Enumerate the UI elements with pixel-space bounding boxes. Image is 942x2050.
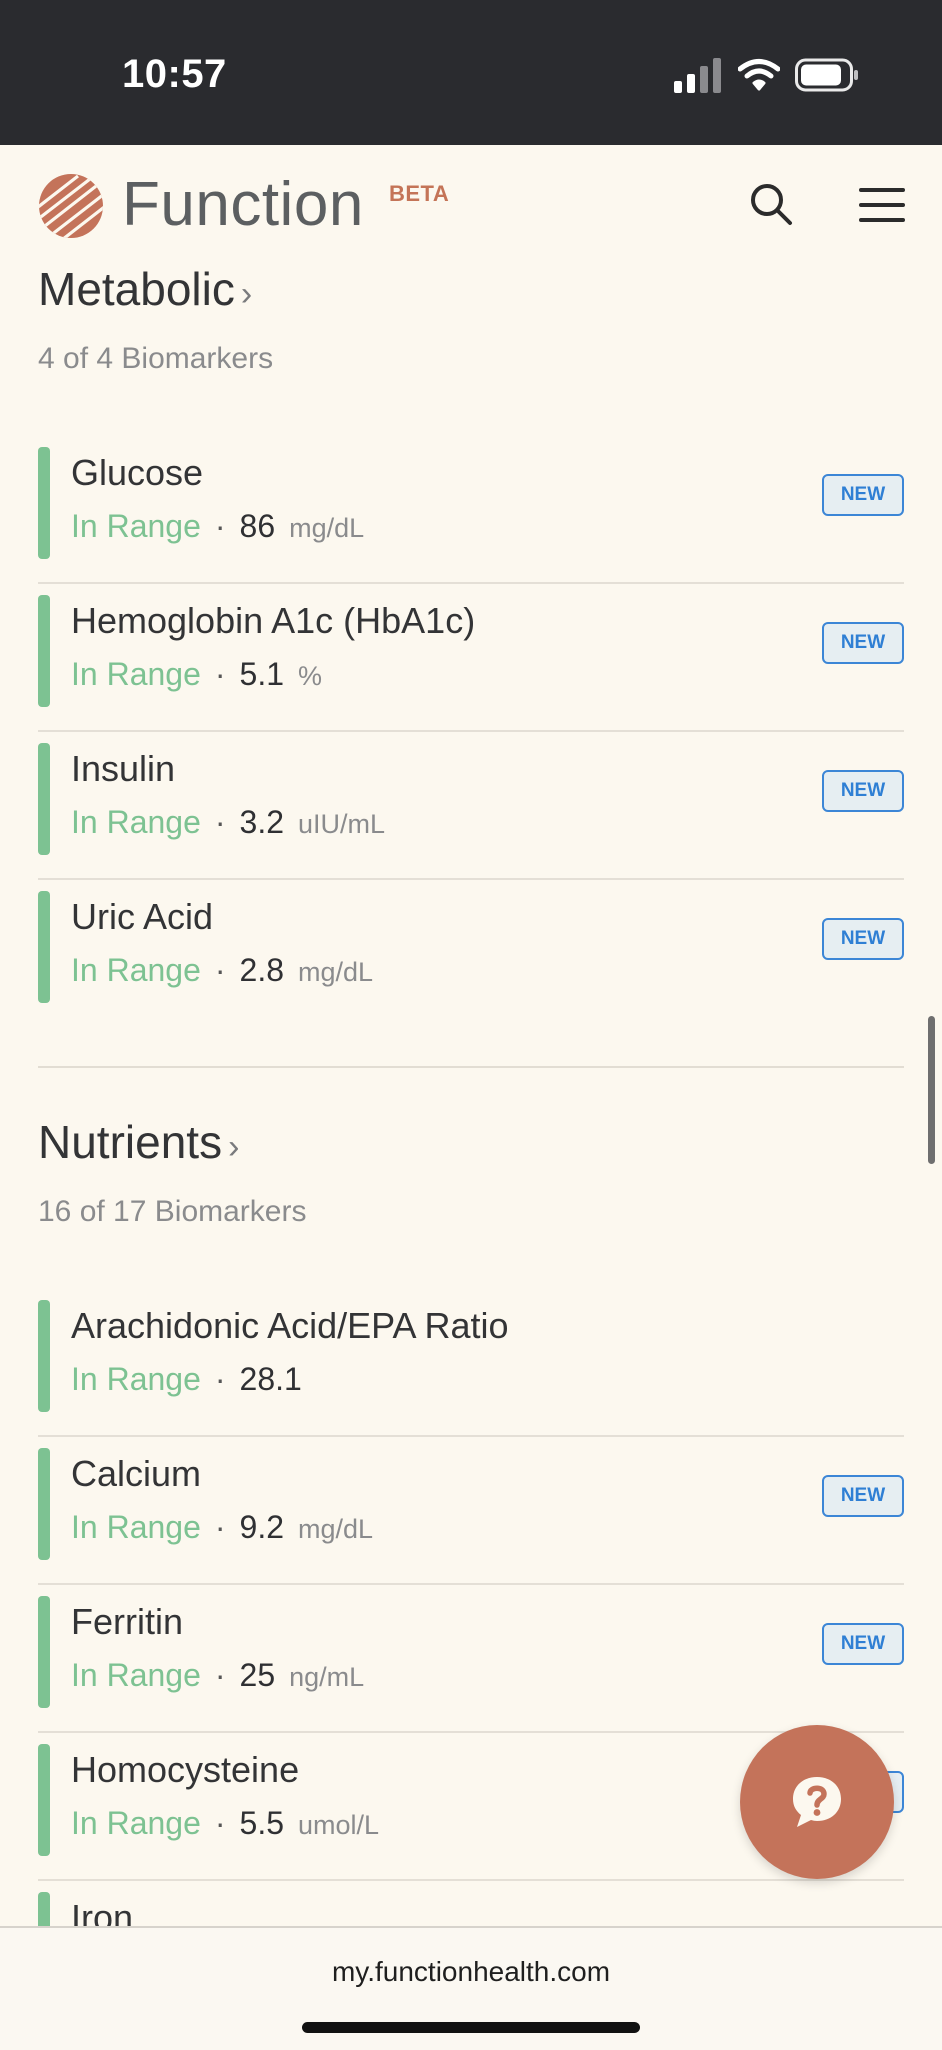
biomarker-value: 5.1: [239, 656, 285, 692]
biomarker-name: Arachidonic Acid/EPA Ratio: [71, 1305, 509, 1346]
status-label: In Range: [71, 1657, 201, 1693]
biomarker-unit: uIU/mL: [298, 809, 386, 839]
biomarker-unit: mg/dL: [289, 513, 365, 543]
app-header: Function BETA: [0, 145, 942, 265]
status-time: 10:57: [122, 52, 227, 96]
new-badge: NEW: [822, 1623, 904, 1665]
biomarker-row-calcium[interactable]: Calcium In Range · 9.2 mg/dL NEW: [38, 1439, 904, 1585]
biomarker-value: 5.5: [239, 1805, 285, 1841]
range-indicator: [38, 595, 50, 707]
row-divider: [38, 1731, 904, 1733]
cellular-signal-icon: [674, 58, 721, 93]
separator-dot: ·: [214, 804, 226, 840]
biomarker-unit: umol/L: [298, 1810, 380, 1840]
status-label: In Range: [71, 656, 201, 692]
range-indicator: [38, 1448, 50, 1560]
range-indicator: [38, 1744, 50, 1856]
scrollbar-thumb[interactable]: [928, 1016, 935, 1164]
section-subtitle: 16 of 17 Biomarkers: [38, 1195, 307, 1228]
new-badge: NEW: [822, 770, 904, 812]
status-label: In Range: [71, 508, 201, 544]
biomarker-unit: mg/dL: [298, 1514, 374, 1544]
biomarker-value: 25: [239, 1657, 276, 1693]
section-title-text: Nutrients: [38, 1116, 223, 1168]
function-logo-icon[interactable]: [38, 173, 104, 239]
brand-name[interactable]: Function: [122, 169, 364, 240]
url-text[interactable]: my.functionhealth.com: [0, 1956, 942, 1988]
section-subtitle: 4 of 4 Biomarkers: [38, 342, 274, 375]
status-label: In Range: [71, 1509, 201, 1545]
separator-dot: ·: [214, 508, 226, 544]
status-label: In Range: [71, 1361, 201, 1397]
section-title-text: Metabolic: [38, 263, 235, 315]
biomarker-unit: %: [298, 661, 323, 691]
biomarker-unit: mg/dL: [298, 957, 374, 987]
row-divider: [38, 730, 904, 732]
biomarker-value: 86: [239, 508, 276, 544]
range-indicator: [38, 1596, 50, 1708]
browser-url-bar[interactable]: my.functionhealth.com: [0, 1926, 942, 2050]
biomarker-name: Homocysteine: [71, 1749, 300, 1790]
new-badge: NEW: [822, 918, 904, 960]
row-divider: [38, 878, 904, 880]
biomarker-unit: ng/mL: [289, 1662, 365, 1692]
section-title-metabolic[interactable]: Metabolic ›: [38, 262, 252, 316]
biomarker-value: 2.8: [239, 952, 285, 988]
biomarker-name: Uric Acid: [71, 896, 214, 937]
hamburger-menu-icon[interactable]: [858, 185, 906, 225]
biomarker-row-glucose[interactable]: Glucose In Range · 86 mg/dL NEW: [38, 438, 904, 584]
new-badge: NEW: [822, 1475, 904, 1517]
separator-dot: ·: [214, 1805, 226, 1841]
biomarker-value: 3.2: [239, 804, 285, 840]
separator-dot: ·: [214, 1509, 226, 1545]
section-title-nutrients[interactable]: Nutrients ›: [38, 1115, 239, 1169]
status-label: In Range: [71, 952, 201, 988]
question-chat-icon: [793, 1777, 841, 1827]
biomarker-name: Calcium: [71, 1453, 202, 1494]
separator-dot: ·: [214, 952, 226, 988]
new-badge: NEW: [822, 622, 904, 664]
range-indicator: [38, 743, 50, 855]
new-badge: NEW: [822, 474, 904, 516]
biomarker-name: Glucose: [71, 452, 204, 493]
home-indicator[interactable]: [302, 2022, 640, 2033]
biomarker-row-uric-acid[interactable]: Uric Acid In Range · 2.8 mg/dL NEW: [38, 882, 904, 1028]
row-divider: [38, 1435, 904, 1437]
beta-badge: BETA: [389, 181, 450, 206]
biomarker-row-ferritin[interactable]: Ferritin In Range · 25 ng/mL NEW: [38, 1587, 904, 1733]
chevron-right-icon: ›: [228, 1128, 240, 1166]
wifi-icon: [738, 59, 780, 91]
separator-dot: ·: [214, 1361, 226, 1397]
status-label: In Range: [71, 804, 201, 840]
separator-dot: ·: [214, 1657, 226, 1693]
row-divider: [38, 1583, 904, 1585]
biomarker-row-hba1c[interactable]: Hemoglobin A1c (HbA1c) In Range · 5.1% NEW: [38, 586, 904, 732]
biomarker-name: Insulin: [71, 748, 176, 789]
row-divider: [38, 1879, 904, 1881]
help-button[interactable]: [740, 1725, 894, 1879]
row-divider: [38, 582, 904, 584]
battery-icon: [795, 58, 858, 92]
biomarker-name: Hemoglobin A1c (HbA1c): [71, 600, 476, 641]
range-indicator: [38, 1300, 50, 1412]
section-divider: [38, 1066, 904, 1068]
chevron-right-icon: ›: [240, 275, 253, 313]
range-indicator: [38, 447, 50, 559]
biomarker-name: Ferritin: [71, 1601, 184, 1642]
biomarker-row-insulin[interactable]: Insulin In Range · 3.2 uIU/mL NEW: [38, 734, 904, 880]
separator-dot: ·: [214, 656, 226, 692]
biomarker-value: 28.1: [239, 1361, 302, 1397]
biomarker-value: 9.2: [239, 1509, 285, 1545]
status-label: In Range: [71, 1805, 201, 1841]
biomarker-row-arachidonic-acid-epa-ratio[interactable]: Arachidonic Acid/EPA Ratio In Range · 28.1: [38, 1291, 904, 1437]
status-bar: 10:57: [0, 0, 942, 145]
range-indicator: [38, 891, 50, 1003]
search-icon[interactable]: [748, 181, 794, 227]
